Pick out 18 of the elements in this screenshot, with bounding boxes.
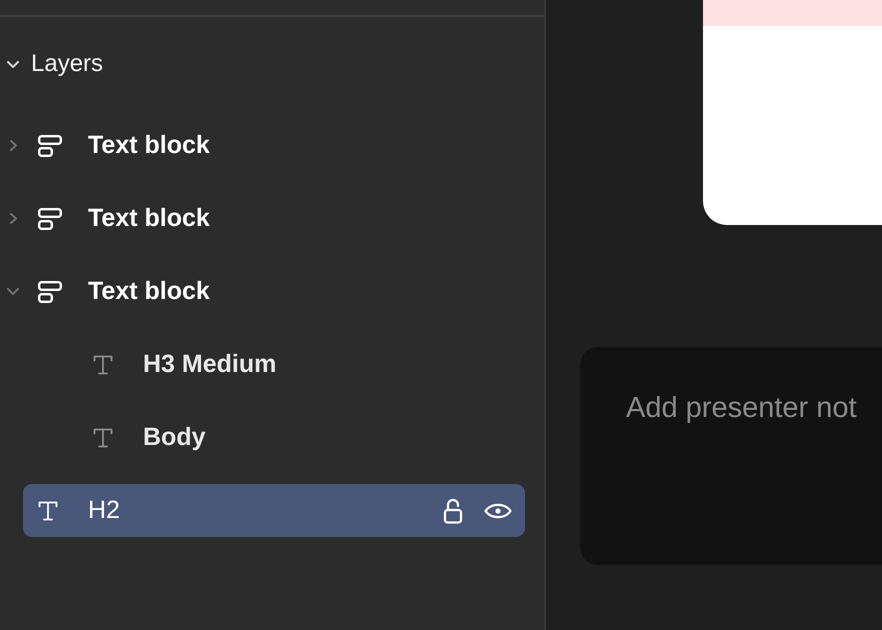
text-block-icon [38,134,62,156]
chevron-right-icon[interactable] [10,140,17,151]
layer-row[interactable]: Body [23,411,525,464]
eye-icon[interactable] [484,502,512,520]
notes-field[interactable]: Add presenter not [580,347,882,565]
layer-row[interactable]: H2 [23,484,525,537]
text-block-icon [38,280,62,302]
text-icon [93,428,113,448]
lock-icon[interactable] [443,498,463,524]
layer-row[interactable]: Text block [23,265,525,318]
text-icon [93,354,113,374]
text-icon [38,500,58,520]
panel-title: Layers [31,50,104,78]
layer-row[interactable]: H3 Medium [23,338,525,391]
text-block-icon [38,208,62,230]
layer-row[interactable]: Text block [23,119,525,172]
layer-row[interactable]: Text block [23,192,525,245]
chevron-right-icon[interactable] [10,213,17,224]
